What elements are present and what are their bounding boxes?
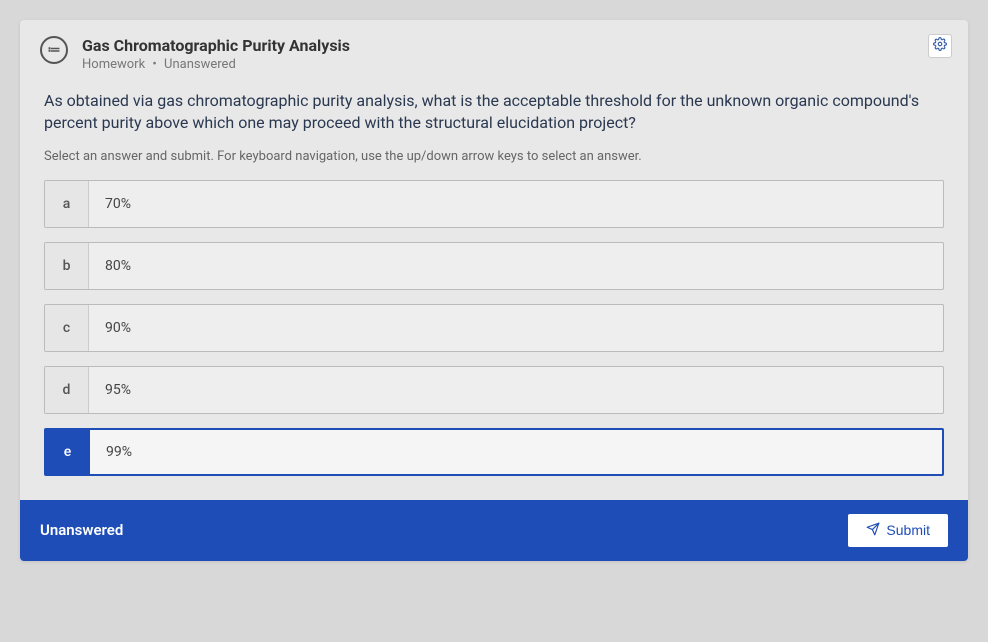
option-key: b [45,243,89,289]
option-e[interactable]: e 99% [44,428,944,476]
question-body: As obtained via gas chromatographic puri… [20,82,968,500]
footer-status: Unanswered [40,521,123,539]
option-label: 90% [89,305,943,351]
option-label: 99% [90,430,942,474]
option-a[interactable]: a 70% [44,180,944,228]
status-label: Unanswered [164,57,236,72]
option-c[interactable]: c 90% [44,304,944,352]
question-footer: Unanswered Submit [20,500,968,561]
option-label: 95% [89,367,943,413]
settings-button[interactable] [928,34,952,58]
submit-label: Submit [886,522,930,538]
option-key: c [45,305,89,351]
question-header: ≔ Gas Chromatographic Purity Analysis Ho… [20,20,968,82]
option-key: e [46,430,90,474]
option-key: a [45,181,89,227]
question-subtitle: Homework • Unanswered [82,57,948,72]
question-title: Gas Chromatographic Purity Analysis [82,36,948,55]
option-d[interactable]: d 95% [44,366,944,414]
paper-plane-icon [866,522,880,539]
option-key: d [45,367,89,413]
submit-button[interactable]: Submit [848,514,948,547]
category-label: Homework [82,57,145,72]
list-icon: ≔ [40,36,68,64]
gear-icon [933,37,947,55]
question-card: ≔ Gas Chromatographic Purity Analysis Ho… [20,20,968,561]
option-label: 70% [89,181,943,227]
option-b[interactable]: b 80% [44,242,944,290]
header-text: Gas Chromatographic Purity Analysis Home… [82,36,948,72]
dot-separator: • [152,57,156,72]
options-list: a 70% b 80% c 90% d 95% e 99% [44,180,944,490]
question-text: As obtained via gas chromatographic puri… [44,90,944,135]
instruction-text: Select an answer and submit. For keyboar… [44,149,944,164]
option-label: 80% [89,243,943,289]
